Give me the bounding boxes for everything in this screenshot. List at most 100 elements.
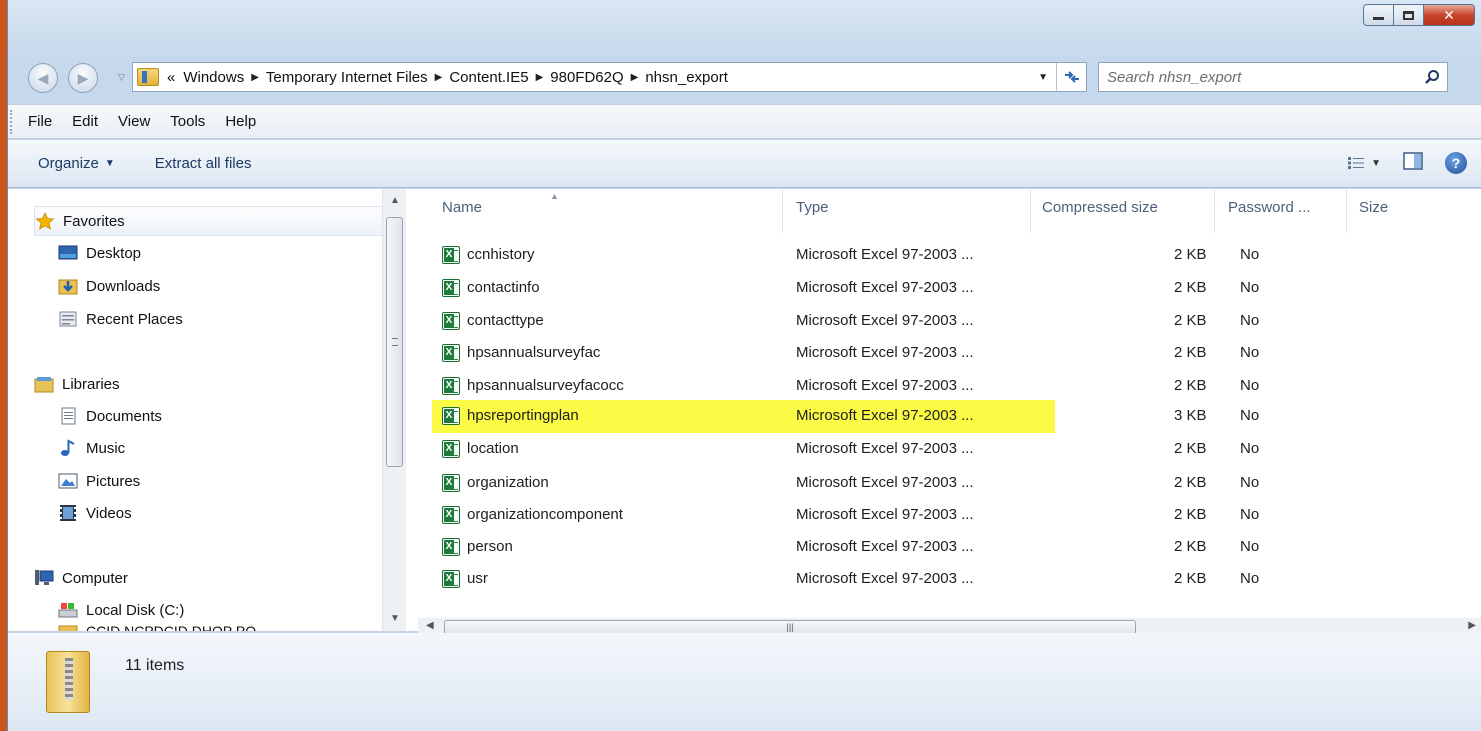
file-row[interactable]: hpsannualsurveyfac Microsoft Excel 97-20… [432, 337, 1472, 370]
organize-button[interactable]: Organize ▼ [38, 155, 115, 172]
file-name: hpsannualsurveyfac [467, 344, 601, 361]
file-type: Microsoft Excel 97-2003 ... [796, 440, 974, 457]
navigation-pane-scrollbar[interactable]: ▲ ▼ [382, 189, 406, 631]
file-name: contacttype [467, 312, 544, 329]
chevron-down-icon: ▼ [104, 158, 115, 169]
file-row[interactable]: contacttype Microsoft Excel 97-2003 ... … [432, 305, 1472, 338]
scrollbar-grip [392, 338, 398, 346]
breadcrumb-separator-icon[interactable]: ▶ [432, 72, 446, 83]
column-divider[interactable] [1214, 189, 1215, 233]
file-type: Microsoft Excel 97-2003 ... [796, 344, 974, 361]
caption-buttons: ✕ [1363, 4, 1475, 26]
file-type: Microsoft Excel 97-2003 ... [796, 570, 974, 587]
back-button[interactable]: ◀ [28, 63, 58, 93]
nav-label: Pictures [86, 472, 141, 490]
column-header-compressed-size[interactable]: Compressed size [1042, 199, 1158, 216]
details-pane: 11 items [8, 633, 1481, 731]
close-button[interactable]: ✕ [1423, 4, 1475, 26]
address-bar[interactable]: « Windows ▶ Temporary Internet Files ▶ C… [132, 62, 1087, 92]
file-row[interactable]: ccnhistory Microsoft Excel 97-2003 ... 2… [432, 239, 1472, 272]
magnifier-glyph [1425, 70, 1439, 84]
excel-file-icon [442, 377, 460, 395]
breadcrumb-temporary-internet-files[interactable]: Temporary Internet Files [262, 69, 432, 86]
refresh-icon [1064, 71, 1079, 83]
file-row[interactable]: person Microsoft Excel 97-2003 ... 2 KB … [432, 531, 1472, 564]
forward-button[interactable]: ▶ [68, 63, 98, 93]
refresh-button[interactable] [1056, 63, 1086, 91]
menu-view[interactable]: View [108, 113, 160, 130]
breadcrumb-separator-icon[interactable]: ▶ [628, 72, 642, 83]
scroll-up-icon[interactable]: ▲ [383, 195, 407, 206]
scrollbar-thumb[interactable] [386, 217, 403, 467]
nav-label: Recent Places [86, 310, 183, 328]
excel-file-icon [442, 312, 460, 330]
music-icon [61, 439, 75, 456]
recent-pages-dropdown[interactable]: ▽ [118, 72, 125, 83]
file-name: contactinfo [467, 279, 540, 296]
menu-tools[interactable]: Tools [160, 113, 215, 130]
organize-label: Organize [38, 155, 99, 172]
nav-label: Documents [86, 407, 162, 425]
nav-item-partial-folder[interactable]: CCID NCPDCID DHOP PO [58, 623, 256, 631]
minimize-button[interactable] [1363, 4, 1393, 26]
column-divider[interactable] [1346, 189, 1347, 233]
file-password: No [1240, 474, 1260, 491]
file-row[interactable]: location Microsoft Excel 97-2003 ... 2 K… [432, 433, 1472, 466]
breadcrumb-980fd62q[interactable]: 980FD62Q [546, 69, 627, 86]
nav-item-desktop[interactable]: Desktop [58, 238, 141, 268]
menu-edit[interactable]: Edit [62, 113, 108, 130]
file-row[interactable]: hpsannualsurveyfacocc Microsoft Excel 97… [432, 370, 1472, 403]
search-icon[interactable] [1417, 69, 1447, 85]
scroll-down-icon[interactable]: ▼ [383, 613, 407, 624]
breadcrumb-nhsn-export[interactable]: nhsn_export [641, 69, 732, 86]
column-header-type[interactable]: Type [796, 199, 829, 216]
forward-arrow-icon: ▶ [77, 69, 89, 86]
file-row-highlighted[interactable]: hpsreportingplan Microsoft Excel 97-2003… [432, 400, 1055, 433]
file-row-highlighted-extra[interactable]: 3 KB No [1056, 400, 1356, 433]
column-header-name[interactable]: Name [442, 199, 482, 216]
nav-item-documents[interactable]: Documents [58, 401, 162, 431]
nav-item-music[interactable]: Music [58, 433, 125, 463]
nav-item-computer[interactable]: Computer [34, 563, 128, 593]
nav-item-pictures[interactable]: Pictures [58, 466, 140, 496]
help-icon[interactable]: ? [1445, 152, 1467, 174]
breadcrumb-content-ie5[interactable]: Content.IE5 [445, 69, 532, 86]
change-view-button[interactable]: ▼ [1347, 156, 1381, 170]
main-area: Favorites Desktop Downloads Recent Place… [8, 189, 1481, 638]
menu-file[interactable]: File [18, 113, 62, 130]
breadcrumb: « Windows ▶ Temporary Internet Files ▶ C… [163, 69, 732, 86]
scroll-right-icon[interactable]: ▶ [1468, 620, 1476, 631]
file-row[interactable]: contactinfo Microsoft Excel 97-2003 ... … [432, 272, 1472, 305]
file-row[interactable]: organization Microsoft Excel 97-2003 ...… [432, 467, 1472, 500]
column-header-size[interactable]: Size [1359, 199, 1388, 216]
maximize-button[interactable] [1393, 4, 1423, 26]
preview-pane-button[interactable] [1403, 152, 1423, 174]
file-row[interactable]: organizationcomponent Microsoft Excel 97… [432, 499, 1472, 532]
column-divider[interactable] [1030, 189, 1031, 233]
item-count: 11 items [125, 657, 185, 674]
nav-item-recent-places[interactable]: Recent Places [58, 304, 183, 334]
file-type: Microsoft Excel 97-2003 ... [796, 312, 974, 329]
extract-all-files-button[interactable]: Extract all files [155, 155, 252, 172]
file-row[interactable]: usr Microsoft Excel 97-2003 ... 2 KB No [432, 563, 1472, 596]
column-divider[interactable] [782, 189, 783, 233]
minimize-icon [1373, 16, 1384, 20]
scroll-left-icon[interactable]: ◀ [426, 620, 434, 631]
nav-item-favorites[interactable]: Favorites [34, 206, 382, 236]
nav-item-videos[interactable]: Videos [58, 498, 132, 528]
file-compressed-size: 2 KB [1174, 538, 1207, 555]
breadcrumb-windows[interactable]: Windows [179, 69, 248, 86]
menu-help[interactable]: Help [215, 113, 266, 130]
breadcrumb-overflow[interactable]: « [163, 69, 179, 86]
file-name: location [467, 440, 519, 457]
nav-label: Downloads [86, 277, 161, 295]
nav-item-downloads[interactable]: Downloads [58, 271, 160, 301]
nav-item-libraries[interactable]: Libraries [34, 369, 120, 399]
file-compressed-size: 2 KB [1174, 474, 1207, 491]
breadcrumb-separator-icon[interactable]: ▶ [248, 72, 262, 83]
column-header-password[interactable]: Password ... [1228, 199, 1311, 216]
nav-item-local-disk[interactable]: Local Disk (C:) [58, 595, 184, 625]
search-input[interactable] [1099, 63, 1417, 91]
breadcrumb-separator-icon[interactable]: ▶ [533, 72, 547, 83]
address-history-dropdown-icon[interactable]: ▼ [1030, 72, 1056, 83]
